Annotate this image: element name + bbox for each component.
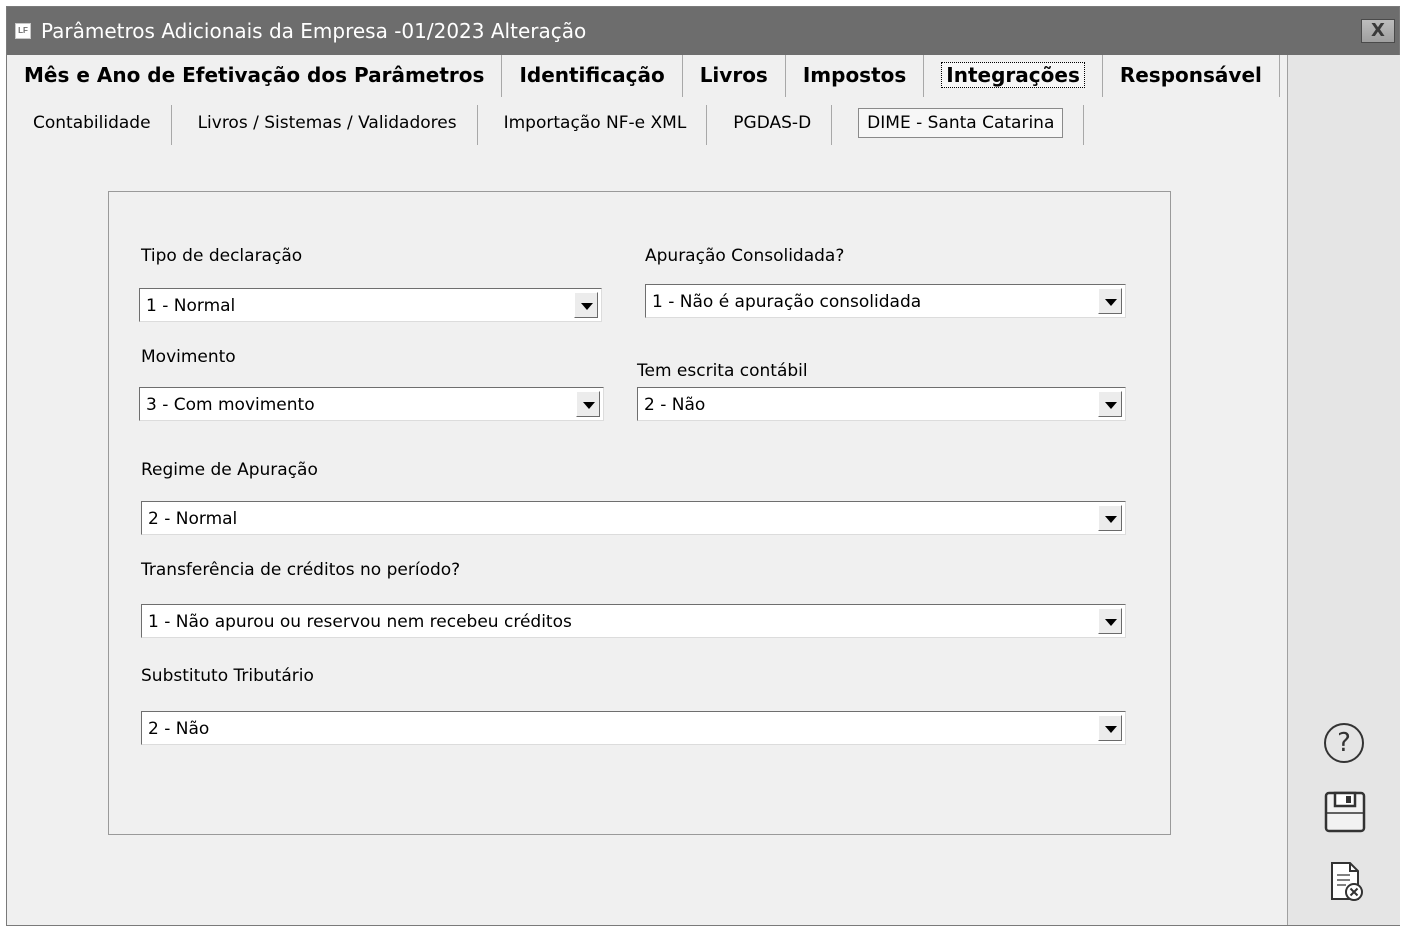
help-icon: ?: [1324, 723, 1364, 763]
cancel-document-button[interactable]: [1322, 859, 1368, 905]
movimento-label: Movimento: [141, 347, 236, 367]
app-icon: LF: [15, 23, 31, 39]
tipo-declaracao-label: Tipo de declaração: [141, 246, 303, 266]
substituto-tributario-label: Substituto Tributário: [141, 666, 314, 686]
escrita-contabil-select[interactable]: 2 - Não: [637, 387, 1126, 421]
apuracao-consolidada-value: 1 - Não é apuração consolidada: [652, 292, 922, 312]
escrita-contabil-value: 2 - Não: [644, 395, 706, 415]
dropdown-arrow-icon[interactable]: [574, 292, 598, 318]
save-button[interactable]: [1322, 789, 1368, 835]
tab-integracoes[interactable]: Integrações: [924, 55, 1103, 97]
subtab-livros-sistemas[interactable]: Livros / Sistemas / Validadores: [172, 105, 478, 145]
substituto-tributario-select[interactable]: 2 - Não: [141, 711, 1126, 745]
dropdown-arrow-icon[interactable]: [1098, 288, 1122, 314]
movimento-value: 3 - Com movimento: [146, 395, 315, 415]
regime-apuracao-label: Regime de Apuração: [141, 460, 318, 480]
apuracao-consolidada-label: Apuração Consolidada?: [645, 246, 845, 266]
transferencia-creditos-select[interactable]: 1 - Não apurou ou reservou nem recebeu c…: [141, 604, 1126, 638]
subtab-contabilidade[interactable]: Contabilidade: [7, 105, 172, 145]
movimento-select[interactable]: 3 - Com movimento: [139, 387, 604, 421]
dime-form-panel: Tipo de declaração 1 - Normal Apuração C…: [108, 191, 1171, 835]
tab-impostos[interactable]: Impostos: [786, 55, 925, 97]
dropdown-arrow-icon[interactable]: [576, 391, 600, 417]
window-title: Parâmetros Adicionais da Empresa -01/202…: [41, 19, 587, 43]
sub-tab-bar: Contabilidade Livros / Sistemas / Valida…: [7, 105, 1085, 145]
dropdown-arrow-icon[interactable]: [1098, 715, 1122, 741]
escrita-contabil-label: Tem escrita contábil: [637, 361, 808, 381]
tipo-declaracao-value: 1 - Normal: [146, 296, 236, 316]
save-icon: [1324, 791, 1366, 833]
dropdown-arrow-icon[interactable]: [1098, 608, 1122, 634]
main-tab-bar: Mês e Ano de Efetivação dos Parâmetros I…: [7, 55, 1280, 97]
subtab-pgdas[interactable]: PGDAS-D: [707, 105, 833, 145]
regime-apuracao-select[interactable]: 2 - Normal: [141, 501, 1126, 535]
tab-responsavel[interactable]: Responsável: [1103, 55, 1280, 97]
dropdown-arrow-icon[interactable]: [1098, 391, 1122, 417]
content-area: Mês e Ano de Efetivação dos Parâmetros I…: [7, 55, 1287, 925]
tipo-declaracao-select[interactable]: 1 - Normal: [139, 288, 602, 322]
action-side-panel: ?: [1287, 55, 1400, 925]
regime-apuracao-value: 2 - Normal: [148, 509, 238, 529]
transferencia-creditos-label: Transferência de créditos no período?: [141, 560, 461, 580]
cancel-document-icon: [1331, 862, 1363, 901]
dropdown-arrow-icon[interactable]: [1098, 505, 1122, 531]
title-bar: LF Parâmetros Adicionais da Empresa -01/…: [7, 7, 1399, 55]
dialog-window: LF Parâmetros Adicionais da Empresa -01/…: [6, 6, 1400, 926]
tab-identificacao[interactable]: Identificação: [502, 55, 683, 97]
substituto-tributario-value: 2 - Não: [148, 719, 210, 739]
help-button[interactable]: ?: [1322, 721, 1368, 767]
tab-efetivacao[interactable]: Mês e Ano de Efetivação dos Parâmetros: [7, 55, 503, 97]
close-button[interactable]: X: [1361, 19, 1395, 43]
apuracao-consolidada-select[interactable]: 1 - Não é apuração consolidada: [645, 284, 1126, 318]
transferencia-creditos-value: 1 - Não apurou ou reservou nem recebeu c…: [148, 612, 572, 632]
subtab-importacao-nfe[interactable]: Importação NF-e XML: [478, 105, 708, 145]
tab-livros[interactable]: Livros: [683, 55, 786, 97]
subtab-dime-sc[interactable]: DIME - Santa Catarina: [832, 105, 1085, 145]
